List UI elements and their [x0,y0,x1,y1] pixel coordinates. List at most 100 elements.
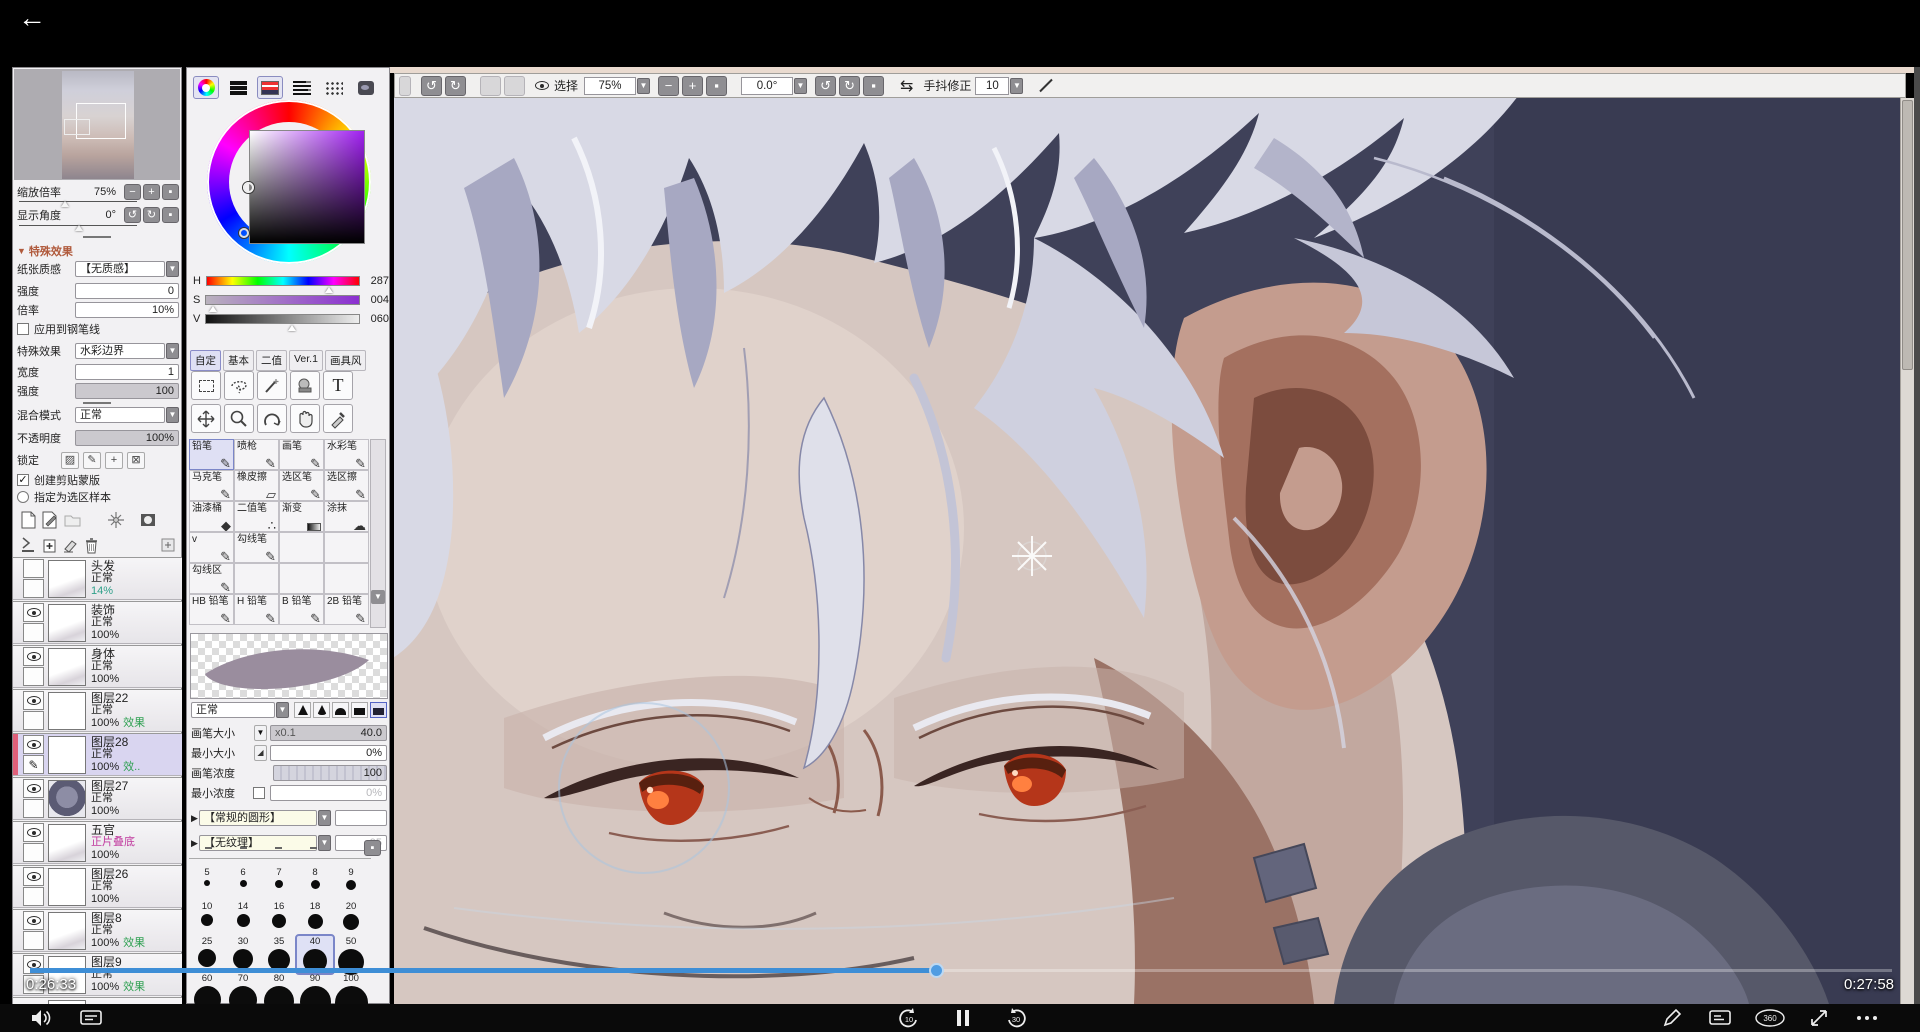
annotate-pencil-icon[interactable] [1659,1007,1685,1029]
canvas-viewport[interactable] [394,98,1900,1004]
size-cell[interactable]: 16 [261,901,297,928]
stabilizer-value[interactable]: 10 [975,77,1009,95]
magic-wand-tool[interactable] [257,371,287,400]
layer-thumbnail[interactable] [48,560,86,598]
edge-shape-flat2-selected[interactable] [370,702,387,718]
size-cell[interactable]: 5 [189,867,225,886]
brush-grid-scrollbar[interactable]: ▼ [370,439,386,628]
size-cell[interactable]: 80 [261,973,297,1004]
blend-mode-dropdown-button[interactable]: ▼ [166,407,179,423]
lock-pencil-icon[interactable]: ✎ [83,452,101,469]
brush-eraser[interactable]: 橡皮擦▱ [234,470,279,501]
layer-row-28-selected[interactable]: ✎ 图层28 正常 100%效.. [13,733,182,776]
brush-shape-select[interactable]: 【常规的圆形】 [199,810,317,826]
layer-visibility-toggle[interactable] [23,691,44,710]
special-effect-dropdown-button[interactable]: ▼ [166,343,179,359]
effects-header[interactable]: ▼ 特殊效果 [17,242,179,260]
zoom-out-button[interactable]: − [124,184,141,200]
delete-layer-icon[interactable] [81,535,102,556]
size-cell[interactable]: 7 [261,867,297,888]
clipping-mask-row[interactable]: ✓ 创建剪贴蒙版 [17,471,179,489]
zoom-reset-canvas-button[interactable]: ▪ [706,76,727,96]
paper-texture-dropdown-button[interactable]: ▼ [166,261,179,277]
selection-prev-button[interactable] [480,76,501,96]
new-linework-layer-icon[interactable] [39,510,61,531]
layer-extra-box[interactable] [23,667,44,686]
size-cell[interactable]: 10 [189,901,225,926]
layer-thumbnail[interactable] [48,648,86,686]
stroke-style-icon[interactable] [1040,79,1053,92]
selection-sample-radio[interactable] [17,491,29,503]
value-slider[interactable] [205,314,360,324]
layer-thumbnail[interactable] [48,912,86,950]
notes-panel-icon[interactable] [78,1007,104,1029]
mask-icon[interactable] [137,510,159,531]
size-cell[interactable]: 6 [225,867,261,887]
brush-lineart-pen[interactable]: 勾线笔✎ [234,532,279,563]
duplicate-layer-icon[interactable] [38,535,59,556]
layer-row-26[interactable]: 图层26 正常 100% [13,865,182,908]
angle-combo-dropdown[interactable]: ▼ [794,78,807,94]
layer-visibility-toggle[interactable] [23,735,44,754]
size-cell[interactable]: 70 [225,973,261,1004]
rotate-cw-button[interactable]: ↻ [143,207,160,223]
rotate-canvas-tool[interactable] [257,404,287,433]
layer-thumbnail[interactable] [48,868,86,906]
text-tool[interactable]: T [323,371,353,400]
brush-hb-pencil[interactable]: HB 铅笔✎ [189,594,234,625]
color-mixer-icon[interactable] [257,76,283,99]
brush-airbrush[interactable]: 喷枪✎ [234,439,279,470]
brush-scroll-down-button[interactable]: ▼ [371,590,385,604]
marquee-select-tool[interactable] [191,371,221,400]
min-density-input[interactable]: 0% [270,785,387,801]
canvas-scrollbar-thumb[interactable] [1902,100,1913,370]
layer-visibility-toggle[interactable] [23,911,44,930]
brush-empty[interactable] [324,532,369,563]
layer-visibility-toggle[interactable] [23,603,44,622]
rotate-cw-canvas-button[interactable]: ↻ [839,76,860,96]
edge-shape-dome[interactable] [332,702,349,718]
zoom-combo[interactable]: 75% ▼ [584,77,650,95]
brush-lineart-area[interactable]: 勾线区✎ [189,563,234,594]
blend-mode-select[interactable]: 正常 [75,407,165,423]
brush-b-pencil[interactable]: B 铅笔✎ [279,594,324,625]
layer-thumbnail[interactable] [48,604,86,642]
new-layer-icon[interactable] [17,510,39,531]
size-cell[interactable]: 100 [333,973,369,1004]
lock-fill-icon[interactable]: ⊠ [127,452,145,469]
rgb-bars-icon[interactable] [225,76,251,99]
size-cell[interactable]: 18 [297,901,333,929]
stabilizer-dropdown[interactable]: ▼ [1010,78,1023,94]
scratchpad-icon[interactable] [353,76,379,99]
brush-gradient[interactable]: 渐变 [279,501,324,532]
brush-pencil[interactable]: 铅笔✎ [189,439,234,470]
rotate-360-icon[interactable]: 360 [1753,1007,1787,1029]
strength2-slider[interactable]: 100 [75,383,179,399]
layer-visibility-toggle[interactable] [23,823,44,842]
layer-visibility-toggle[interactable] [23,559,44,578]
angle-slider-marker[interactable] [75,225,83,231]
more-options-icon[interactable] [1854,1007,1880,1029]
skip-forward-30-icon[interactable]: 30 [1003,1007,1029,1029]
flip-horizontal-icon[interactable]: ⇆ [900,76,913,96]
pause-button[interactable] [950,1007,976,1029]
swatches-icon[interactable] [321,76,347,99]
size-panel-button[interactable]: ▪ [364,840,381,856]
zoom-combo-value[interactable]: 75% [584,77,636,95]
layer-row-body[interactable]: 身体 正常 100% [13,645,182,688]
tab-custom[interactable]: 自定 [190,350,221,371]
clear-layer-icon[interactable] [59,535,80,556]
brush-blur[interactable]: 涂抹☁ [324,501,369,532]
new-folder-icon[interactable] [61,510,83,531]
brush-empty[interactable] [324,563,369,594]
layer-thumbnail[interactable] [48,824,86,862]
selection-sample-row[interactable]: 指定为选区样本 [17,488,179,506]
angle-combo[interactable]: 0.0° ▼ [741,77,807,95]
size-cell[interactable]: 25 [189,936,225,967]
brush-v[interactable]: v✎ [189,532,234,563]
strength-input[interactable]: 0 [75,283,179,299]
lasso-tool[interactable] [224,371,254,400]
special-effect-select[interactable]: 水彩边界 [75,343,165,359]
brush-bucket[interactable]: 油漆桶◆ [189,501,234,532]
eyedropper-tool[interactable] [323,404,353,433]
